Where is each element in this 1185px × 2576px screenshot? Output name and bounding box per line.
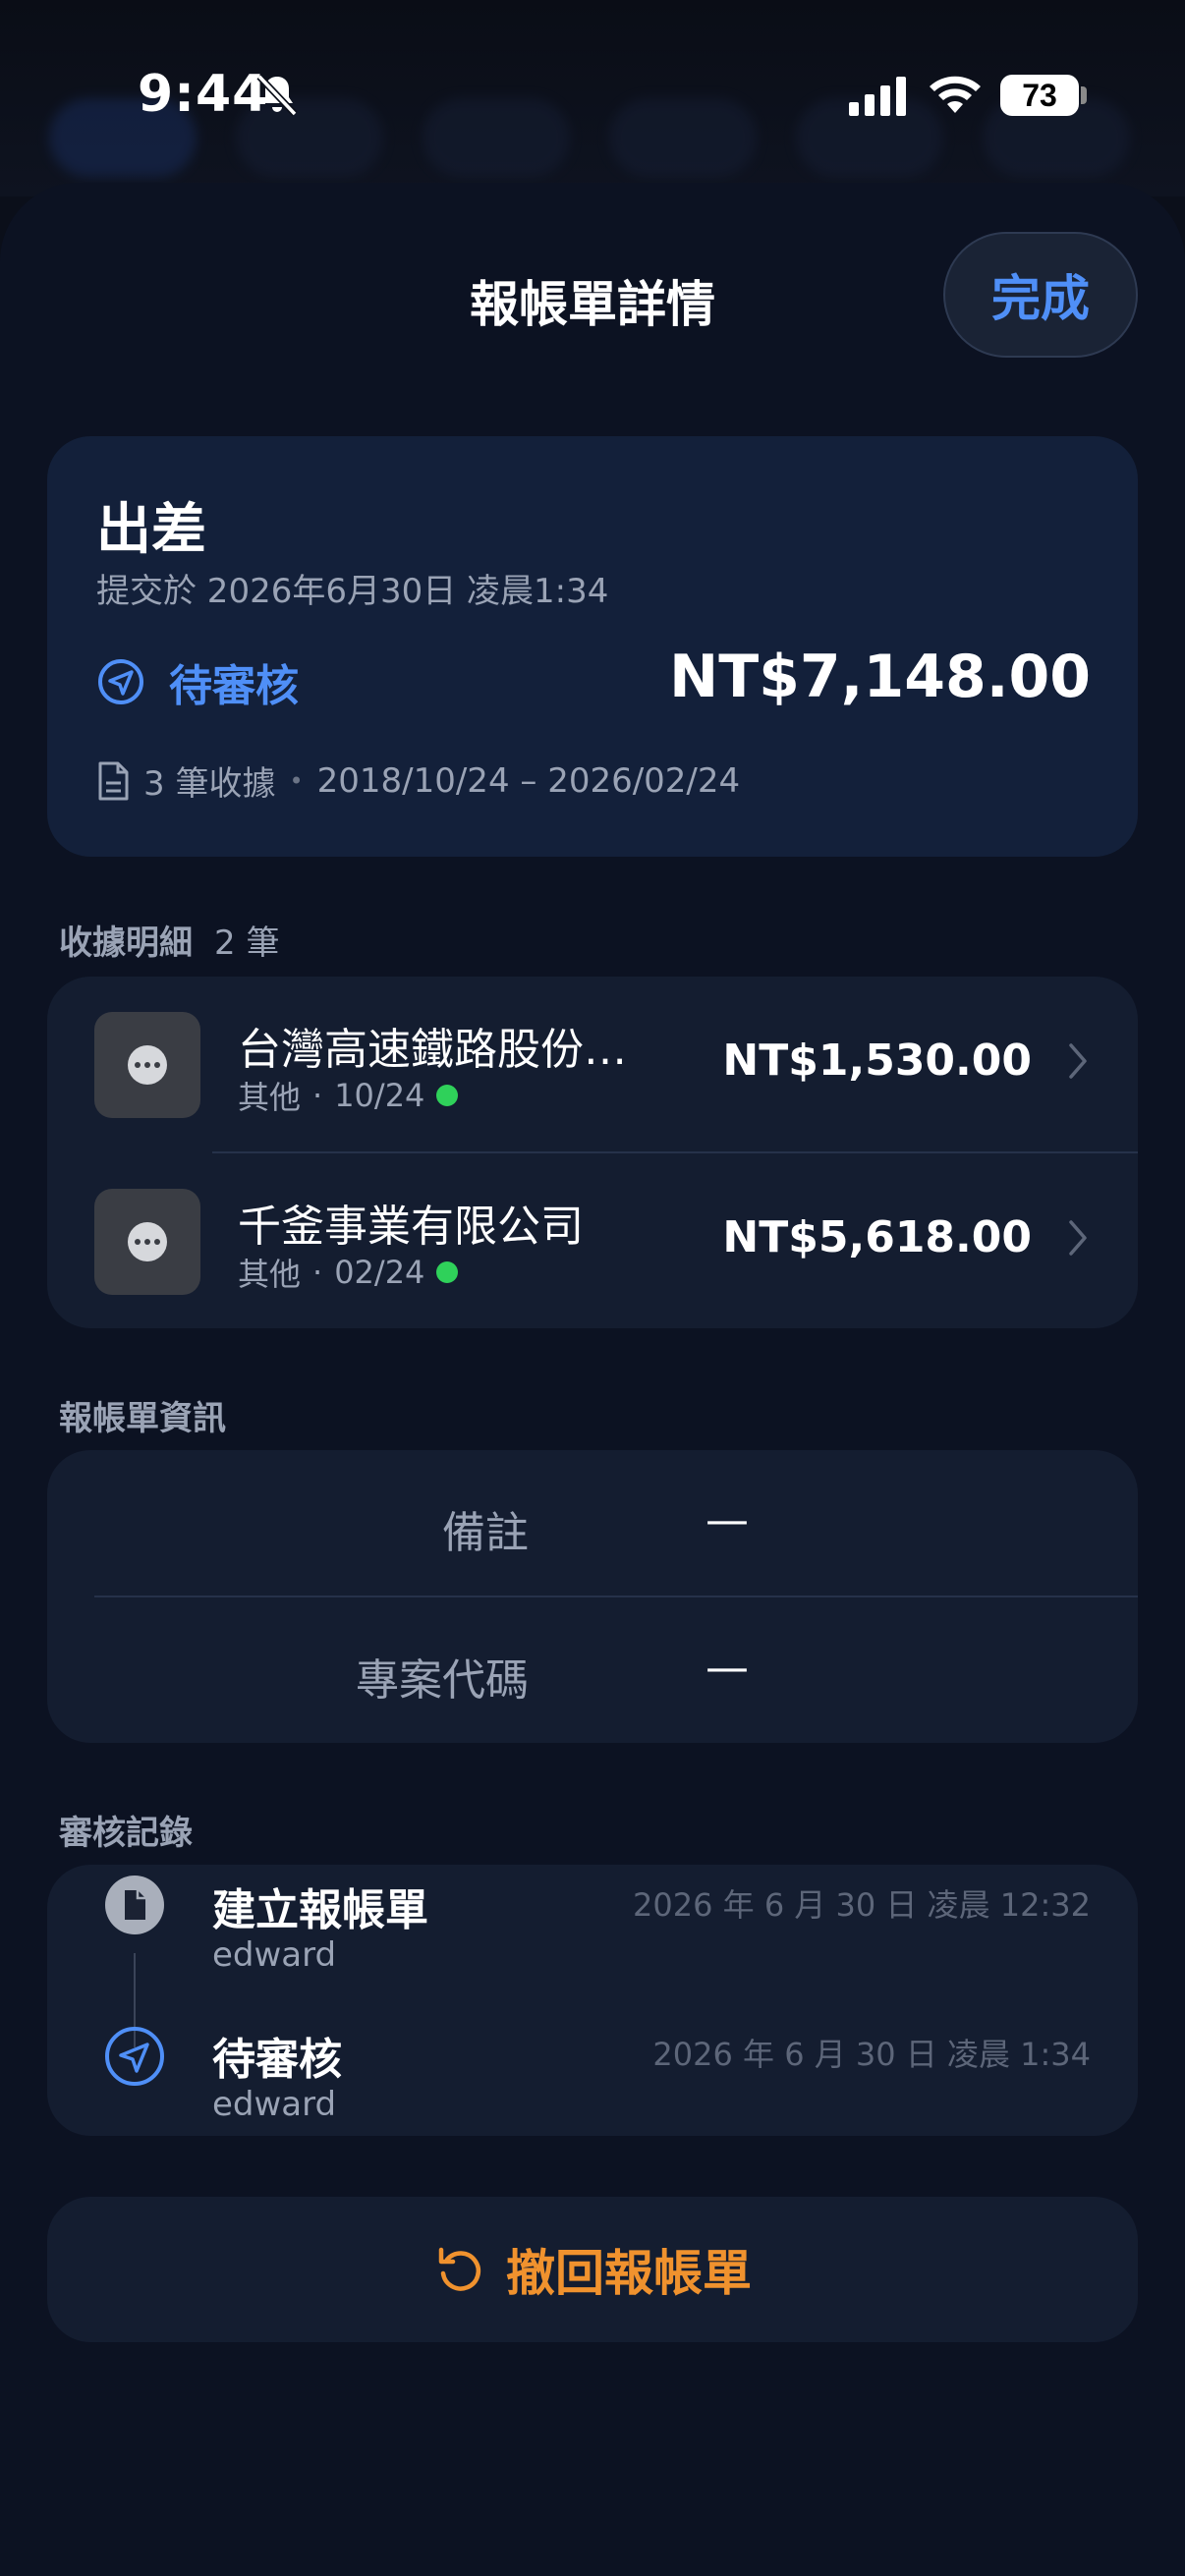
merchant-name: 千釜事業有限公司 (238, 1202, 584, 1252)
info-row-project-code[interactable]: 專案代碼 — (47, 1597, 1138, 1745)
document-created-icon (105, 1876, 164, 1934)
status-time: 9:44 (138, 65, 269, 124)
cellular-signal-icon (849, 77, 906, 116)
receipt-row[interactable]: 千釜事業有限公司 其他 · 02/24 NT$5,618.00 (47, 1153, 1138, 1330)
info-card: 備註 — 專案代碼 — (47, 1450, 1138, 1743)
info-row-note[interactable]: 備註 — (47, 1450, 1138, 1597)
document-icon (98, 761, 129, 800)
chevron-right-icon (1069, 1220, 1087, 1256)
total-amount: NT$7,148.00 (669, 643, 1091, 711)
done-button[interactable]: 完成 (943, 232, 1138, 358)
receipts-section-title: 收據明細 (59, 924, 193, 963)
receipt-meta: 其他 · 10/24 (238, 1073, 459, 1118)
undo-arrow-icon (438, 2247, 481, 2291)
receipt-count: 3 筆收據 (143, 764, 276, 804)
summary-card: 出差 提交於 2026年6月30日 凌晨1:34 待審核 NT$7,148.00… (47, 436, 1138, 857)
verified-dot-icon (436, 1085, 459, 1106)
receipts-section-label: 收據明細 2 筆 (59, 916, 279, 964)
submitted-time: 提交於 2026年6月30日 凌晨1:34 (96, 572, 609, 611)
receipt-amount: NT$5,618.00 (722, 1212, 1032, 1262)
separator: • (289, 766, 304, 795)
project-code-value: — (705, 1643, 749, 1693)
ellipsis-icon (128, 1045, 167, 1085)
receipt-meta: 其他 · 02/24 (238, 1250, 459, 1295)
date-range: 2018/10/24 – 2026/02/24 (316, 760, 741, 801)
audit-log-card: 建立報帳單 edward 2026 年 6 月 30 日 凌晨 12:32 待審… (47, 1865, 1138, 2136)
chevron-right-icon (1069, 1043, 1087, 1079)
withdraw-label: 撤回報帳單 (506, 2245, 752, 2302)
note-label: 備註 (442, 1508, 529, 1558)
receipt-row[interactable]: 台灣高速鐵路股份… 其他 · 10/24 NT$1,530.00 (47, 977, 1138, 1153)
status-row: 待審核 (96, 650, 299, 713)
receipt-date: 10/24 (334, 1077, 425, 1114)
receipt-category: 其他 (238, 1256, 302, 1293)
merchant-name: 台灣高速鐵路股份… (238, 1025, 627, 1075)
verified-dot-icon (436, 1261, 459, 1283)
paper-plane-icon (105, 2027, 164, 2086)
receipt-date: 02/24 (334, 1254, 425, 1291)
receipts-card: 台灣高速鐵路股份… 其他 · 10/24 NT$1,530.00 千釜事業有限公… (47, 977, 1138, 1328)
battery-tip (1081, 86, 1087, 104)
receipt-amount: NT$1,530.00 (722, 1036, 1032, 1086)
log-entry-title: 待審核 (212, 2035, 342, 2085)
receipts-section-count: 2 筆 (214, 924, 280, 963)
bell-slash-icon (256, 74, 298, 117)
battery-icon: 73 (1000, 75, 1079, 116)
log-entry-time: 2026 年 6 月 30 日 凌晨 12:32 (633, 1886, 1091, 1924)
log-entry-time: 2026 年 6 月 30 日 凌晨 1:34 (652, 2036, 1091, 2073)
note-value: — (705, 1495, 749, 1545)
log-entry-user: edward (212, 1935, 337, 1975)
status-bar: 9:44 73 (0, 0, 1185, 187)
receipt-thumbnail (94, 1012, 200, 1118)
ellipsis-icon (128, 1222, 167, 1261)
info-section-label: 報帳單資訊 (59, 1399, 226, 1438)
report-title: 出差 (96, 498, 206, 562)
log-entry-title: 建立報帳單 (212, 1885, 428, 1935)
log-entry-user: edward (212, 2085, 337, 2124)
meta-separator: · (312, 1254, 323, 1291)
project-code-label: 專案代碼 (356, 1655, 529, 1706)
withdraw-report-button[interactable]: 撤回報帳單 (47, 2197, 1138, 2342)
status-badge: 待審核 (169, 661, 299, 711)
summary-meta: 3 筆收據 • 2018/10/24 – 2026/02/24 (96, 756, 740, 805)
meta-separator: · (312, 1077, 323, 1114)
log-section-label: 審核記錄 (59, 1814, 193, 1853)
receipt-category: 其他 (238, 1079, 302, 1116)
wifi-icon (930, 76, 981, 113)
receipt-thumbnail (94, 1189, 200, 1295)
paper-plane-icon (98, 659, 143, 704)
